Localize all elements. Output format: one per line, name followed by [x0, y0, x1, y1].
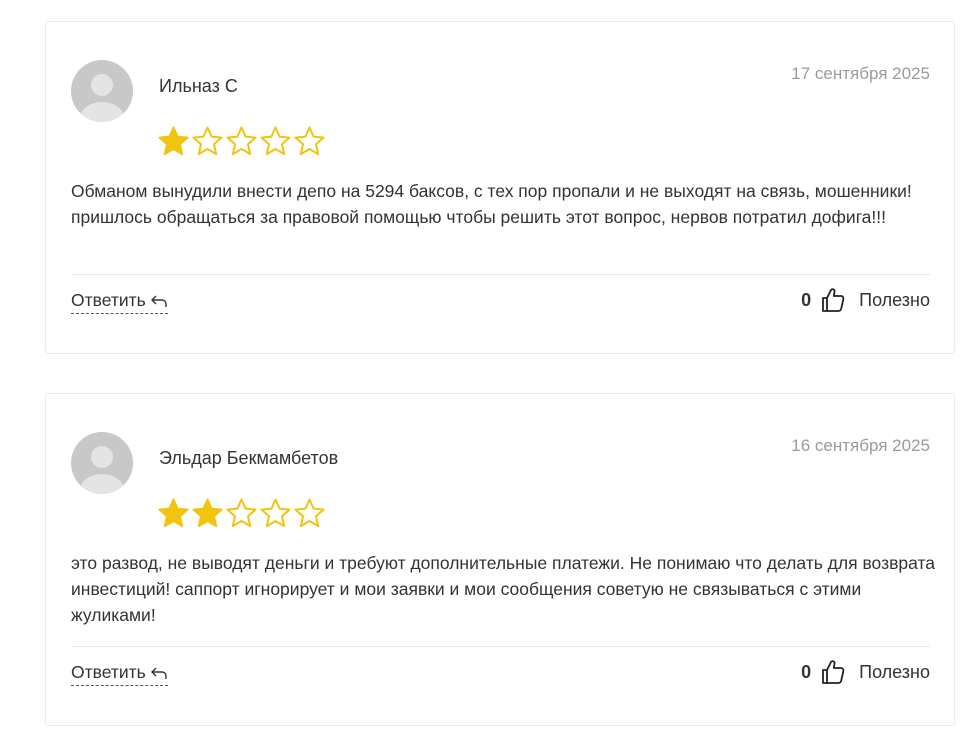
reply-button[interactable]: Ответить — [71, 662, 168, 686]
reply-arrow-icon — [150, 295, 167, 307]
divider — [71, 274, 930, 275]
helpful-section: 0 Полезно — [801, 659, 930, 685]
star-icon — [294, 498, 325, 528]
thumbs-up-icon[interactable] — [821, 287, 845, 313]
avatar — [71, 432, 133, 494]
review-card: Ильназ С 17 сентября 2025 Обманом вынуди… — [45, 21, 955, 354]
review-text: Обманом вынудили внести депо на 5294 бак… — [71, 181, 912, 227]
helpful-count: 0 — [801, 289, 812, 310]
thumbs-up-icon[interactable] — [821, 659, 845, 685]
reply-label: Ответить — [71, 290, 146, 310]
helpful-section: 0 Полезно — [801, 287, 930, 313]
helpful-label[interactable]: Полезно — [859, 662, 930, 683]
reply-label: Ответить — [71, 662, 146, 682]
review-author: Эльдар Бекмамбетов — [159, 448, 339, 468]
star-icon — [260, 498, 291, 528]
helpful-label[interactable]: Полезно — [859, 290, 930, 311]
avatar — [71, 60, 133, 122]
star-icon — [226, 126, 257, 156]
review-date: 17 сентября 2025 — [791, 64, 930, 83]
review-author: Ильназ С — [159, 76, 238, 96]
star-icon — [294, 126, 325, 156]
review-date: 16 сентября 2025 — [791, 436, 930, 455]
star-icon — [260, 126, 291, 156]
rating-stars — [157, 496, 326, 530]
star-icon — [192, 126, 223, 156]
reply-arrow-icon — [150, 667, 167, 679]
review-card: Эльдар Бекмамбетов 16 сентября 2025 это … — [45, 393, 955, 726]
helpful-count: 0 — [801, 661, 812, 682]
star-icon — [158, 126, 189, 156]
reply-button[interactable]: Ответить — [71, 290, 168, 314]
divider — [71, 646, 930, 647]
star-icon — [158, 498, 189, 528]
star-icon — [226, 498, 257, 528]
review-text: это развод, не выводят деньги и требуют … — [71, 553, 936, 625]
rating-stars — [157, 124, 326, 158]
star-icon — [192, 498, 223, 528]
